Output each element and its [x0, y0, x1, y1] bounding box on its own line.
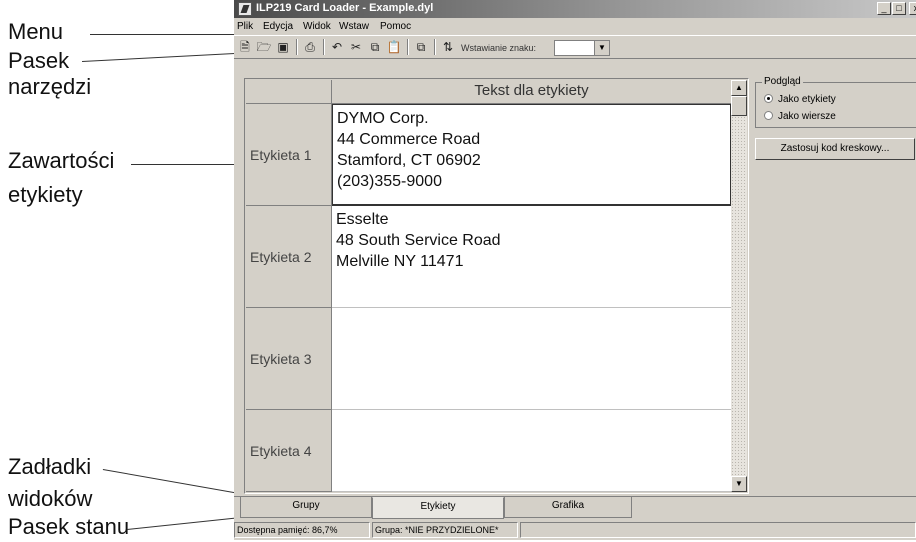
new-icon[interactable]: 🗎	[236, 39, 254, 55]
undo-icon[interactable]: ↶	[328, 39, 346, 55]
radio-icon[interactable]	[764, 111, 773, 120]
minimize-button[interactable]: _	[877, 2, 891, 15]
toolbar-separator	[434, 39, 436, 55]
save-icon[interactable]: ▣	[274, 39, 292, 55]
title-bar: ILP219 Card Loader - Example.dyl _ □ x	[234, 0, 916, 18]
label-text-cell[interactable]	[332, 308, 731, 410]
row-header[interactable]: Etykieta 4	[246, 410, 332, 492]
apply-barcode-button[interactable]: Zastosuj kod kreskowy...	[755, 138, 915, 160]
menu-bar: Plik Edycja Widok Wstaw Pomoc	[234, 18, 916, 35]
label-text-cell[interactable]: DYMO Corp. 44 Commerce Road Stamford, CT…	[332, 104, 731, 206]
tab-grafika[interactable]: Grafika	[504, 497, 632, 518]
close-button[interactable]: x	[909, 2, 916, 15]
status-memory: Dostępna pamięć: 86,7%	[234, 522, 370, 538]
import-icon[interactable]: ⧉	[412, 39, 430, 55]
radio-selected-icon[interactable]	[764, 94, 773, 103]
preview-as-rows-text: Jako wiersze	[778, 111, 836, 122]
paste-icon[interactable]: 📋	[385, 39, 403, 55]
callout-tabs-line1: Zadładki	[8, 454, 92, 479]
menu-item-edycja[interactable]: Edycja	[263, 21, 293, 32]
row-header[interactable]: Etykieta 3	[246, 308, 332, 410]
status-bar: Dostępna pamięć: 86,7% Grupa: *NIE PRZYD…	[234, 520, 916, 540]
leader-line-status	[127, 516, 244, 530]
maximize-button[interactable]: □	[892, 2, 906, 15]
cut-icon[interactable]: ✂	[347, 39, 365, 55]
leader-line-contents	[131, 164, 240, 165]
callout-contents-line2: etykiety	[8, 182, 83, 207]
callout-status: Pasek stanu	[8, 514, 130, 539]
toolbar-separator	[407, 39, 409, 55]
app-window: ILP219 Card Loader - Example.dyl _ □ x P…	[234, 0, 916, 540]
view-tabs: Grupy Etykiety Grafika	[234, 496, 916, 519]
toolbar: 🗎 🗁 ▣ ⎙ ↶ ✂ ⧉ 📋 ⧉ ⇅ Wstawianie znaku: ▼	[234, 35, 916, 59]
vertical-scrollbar[interactable]: ▲ ▼	[731, 80, 747, 492]
window-title: ILP219 Card Loader - Example.dyl	[256, 2, 434, 14]
leader-line-menu	[90, 34, 242, 35]
menu-item-wstaw[interactable]: Wstaw	[339, 21, 369, 32]
leader-line-toolbar	[82, 52, 242, 62]
preview-as-labels-option[interactable]: Jako etykiety	[764, 94, 836, 105]
tab-grupy[interactable]: Grupy	[240, 497, 372, 518]
status-empty-pane	[520, 522, 916, 538]
callout-toolbar-line2: narzędzi	[8, 74, 92, 99]
scroll-thumb[interactable]	[731, 96, 747, 116]
copy-icon[interactable]: ⧉	[366, 39, 384, 55]
print-icon[interactable]: ⎙	[301, 39, 319, 55]
toolbar-separator	[323, 39, 325, 55]
preview-legend: Podgląd	[762, 76, 803, 87]
label-text-cell[interactable]: Esselte 48 South Service Road Melville N…	[332, 206, 731, 308]
insert-char-label: Wstawianie znaku:	[461, 43, 537, 53]
scroll-up-icon[interactable]: ▲	[731, 80, 747, 96]
sort-icon[interactable]: ⇅	[439, 39, 457, 55]
insert-char-dropdown[interactable]: ▼	[554, 40, 610, 56]
menu-item-plik[interactable]: Plik	[237, 21, 253, 32]
corner-header	[246, 80, 332, 104]
preview-as-labels-text: Jako etykiety	[778, 94, 836, 105]
menu-item-pomoc[interactable]: Pomoc	[380, 21, 411, 32]
callout-menu: Menu	[8, 19, 64, 44]
toolbar-separator	[296, 39, 298, 55]
open-icon[interactable]: 🗁	[255, 39, 273, 55]
menu-item-widok[interactable]: Widok	[303, 21, 331, 32]
leader-line-tabs	[102, 469, 246, 496]
app-icon	[238, 2, 252, 16]
callout-tabs-line2: widoków	[8, 486, 93, 511]
callout-contents-line1: Zawartości	[8, 148, 115, 173]
row-header[interactable]: Etykieta 1	[246, 104, 332, 206]
status-group: Grupa: *NIE PRZYDZIELONE*	[372, 522, 518, 538]
preview-as-rows-option[interactable]: Jako wiersze	[764, 111, 836, 122]
tab-etykiety[interactable]: Etykiety	[372, 497, 504, 519]
column-header-label-text[interactable]: Tekst dla etykiety	[332, 80, 731, 104]
row-header[interactable]: Etykieta 2	[246, 206, 332, 308]
label-grid: Tekst dla etykiety Etykieta 1 DYMO Corp.…	[246, 80, 731, 492]
chevron-down-icon[interactable]: ▼	[594, 41, 609, 55]
scroll-down-icon[interactable]: ▼	[731, 476, 747, 492]
label-text-cell[interactable]	[332, 410, 731, 492]
